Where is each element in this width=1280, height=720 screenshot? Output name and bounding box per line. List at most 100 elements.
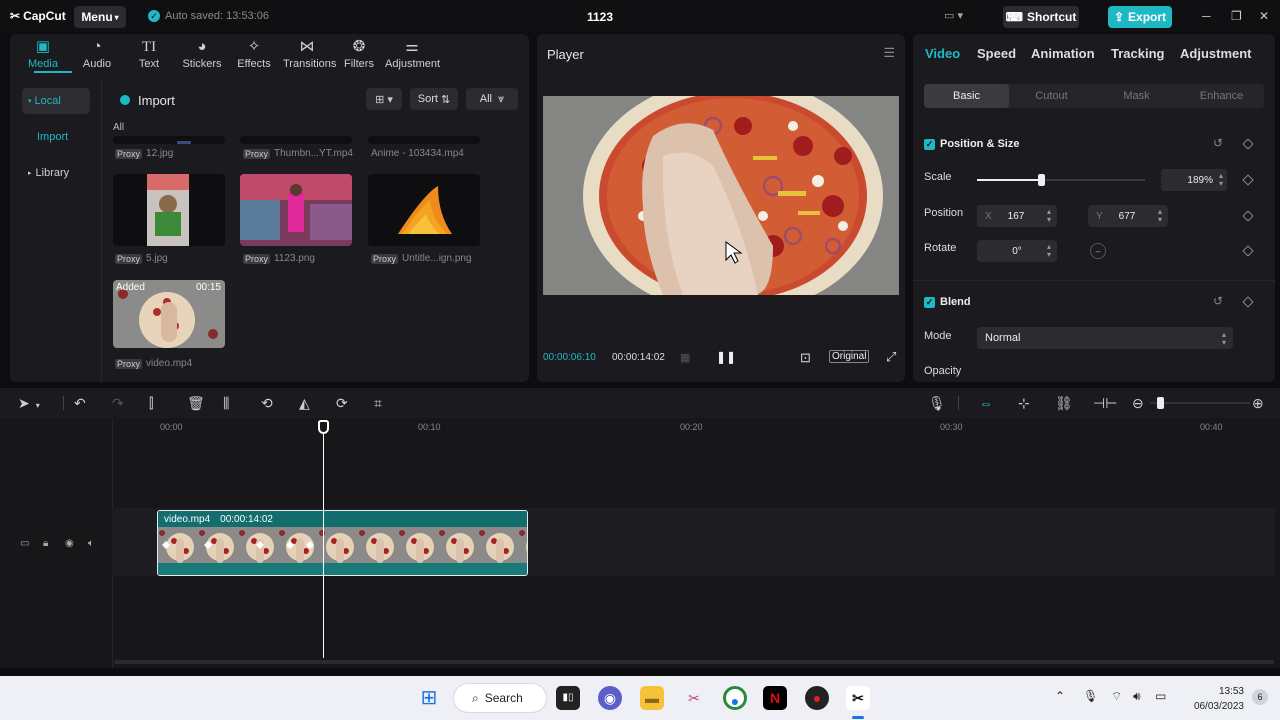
main-track-magnet-icon[interactable]: ⇔ <box>979 395 993 411</box>
rotate-dial-icon[interactable]: – <box>1090 243 1106 259</box>
chevron-up-icon[interactable]: ⌃ <box>1055 689 1065 703</box>
file-explorer-icon[interactable]: ▬ <box>640 686 664 710</box>
screenshot-icon[interactable]: ⊡ <box>800 350 811 366</box>
zoom-out-icon[interactable]: ⊖ <box>1132 395 1144 412</box>
media-thumb-video[interactable]: Added 00:15 <box>113 280 225 348</box>
media-thumb[interactable] <box>113 136 225 144</box>
media-thumb[interactable] <box>368 174 480 246</box>
taskbar-clock[interactable]: 13:53 06/03/2023 <box>1184 684 1244 714</box>
preview-axis-icon[interactable]: ⊣⊢ <box>1093 395 1117 412</box>
microphone-tray-icon[interactable]: 🎙︎ <box>1083 689 1098 703</box>
capcut-taskbar-icon[interactable]: ✂ <box>846 686 870 710</box>
keyframe-icon[interactable] <box>1242 174 1254 186</box>
maximize-icon[interactable]: ❐ <box>1231 9 1242 23</box>
chevron-icon[interactable]: ▴ ▾ <box>1219 331 1229 347</box>
media-thumb[interactable] <box>240 174 352 246</box>
tool-media[interactable]: ▣ Media <box>19 38 67 70</box>
media-item[interactable]: Proxy Thumbn...YT.mp4 <box>243 148 353 159</box>
menu-button[interactable]: Menu ▾ <box>74 6 126 28</box>
tool-effects[interactable]: ✧ Effects <box>230 38 278 70</box>
menu-icon[interactable]: ☰ <box>883 45 895 61</box>
tab-speed[interactable]: Speed <box>977 46 1016 61</box>
position-size-section[interactable]: ✓ Position & Size <box>924 138 1019 150</box>
stepper-icon[interactable]: ▴ ▾ <box>1044 208 1054 224</box>
video-preview[interactable] <box>543 96 899 295</box>
audio-mute-icon[interactable]: 🔈︎ <box>88 538 94 549</box>
media-item[interactable]: Proxy 12.jpg <box>115 148 173 159</box>
volume-icon[interactable]: 🔊︎ <box>1133 689 1141 704</box>
crop-icon[interactable]: ⌗ <box>374 395 382 412</box>
tool-filters[interactable]: ❂ Filters <box>335 38 383 70</box>
subtab-mask[interactable]: Mask <box>1094 84 1179 108</box>
media-item[interactable]: Anime - 103434.mp4 <box>371 148 464 159</box>
keyframe-icon[interactable] <box>1242 210 1254 222</box>
tab-video[interactable]: Video <box>925 46 960 61</box>
media-thumb[interactable] <box>113 174 225 246</box>
reverse-icon[interactable]: ⟲ <box>261 395 273 412</box>
freeze-icon[interactable]: ⫼ <box>223 395 229 412</box>
media-item[interactable]: Proxy 1123.png <box>243 253 315 264</box>
stepper-icon[interactable]: ▴ ▾ <box>1044 243 1054 259</box>
tool-adjustment[interactable]: ⚌ Adjustment <box>385 38 440 70</box>
stepper-icon[interactable]: ▴ ▾ <box>1216 172 1226 188</box>
media-item[interactable]: Proxy video.mp4 <box>115 358 192 369</box>
delete-icon[interactable]: 🗑 <box>187 395 205 412</box>
media-item[interactable]: Proxy 5.jpg <box>115 253 168 264</box>
sidebar-item-library[interactable]: ▸ Library <box>22 160 90 186</box>
link-icon[interactable]: ⛓ <box>1055 395 1073 412</box>
notification-badge[interactable]: 6 <box>1252 689 1268 705</box>
blend-section[interactable]: ✓ Blend <box>924 296 971 308</box>
keyframe-icon[interactable] <box>1242 138 1254 150</box>
media-thumb[interactable] <box>240 136 352 144</box>
fullscreen-icon[interactable]: ⤢ <box>886 349 896 365</box>
snipping-tool-icon[interactable]: ✂ <box>682 686 706 710</box>
battery-icon[interactable]: ▭ <box>1155 689 1166 703</box>
reset-icon[interactable]: ↺ <box>1213 294 1223 308</box>
reset-icon[interactable]: ↺ <box>1213 136 1223 150</box>
shortcut-button[interactable]: ⌨ Shortcut <box>1003 6 1079 28</box>
select-cursor-icon[interactable]: ➤ ▾ <box>18 395 40 412</box>
media-item[interactable]: Proxy Untitle...ign.png <box>371 253 472 264</box>
tab-animation[interactable]: Animation <box>1031 46 1095 61</box>
subtab-basic[interactable]: Basic <box>924 84 1009 108</box>
timeline[interactable]: 00:00 00:10 00:20 00:30 00:40 ▭ 🔒︎ ◉ 🔈︎ … <box>0 418 1280 668</box>
media-thumb[interactable] <box>368 136 480 144</box>
redo-icon[interactable]: ↷ <box>112 395 124 412</box>
tab-adjustment[interactable]: Adjustment <box>1180 46 1252 61</box>
zoom-slider[interactable] <box>1150 402 1250 404</box>
pause-icon[interactable]: ❚❚ <box>716 350 736 364</box>
netflix-icon[interactable]: N <box>763 686 787 710</box>
filter-button[interactable]: All ⩔ <box>466 88 518 110</box>
zoom-slider-handle[interactable] <box>1157 397 1164 409</box>
stepper-icon[interactable]: ▴ ▾ <box>1155 208 1165 224</box>
scale-slider-handle[interactable] <box>1038 174 1045 186</box>
ratio-button[interactable]: Original <box>829 350 870 363</box>
chrome-icon[interactable]: ● <box>723 686 747 710</box>
wifi-icon[interactable]: ⌔ <box>1111 689 1122 704</box>
sort-button[interactable]: Sort ⇅ <box>410 88 458 110</box>
lock-icon[interactable]: 🔒︎ <box>43 538 48 549</box>
rotate-icon[interactable]: ⟳ <box>336 395 348 412</box>
tool-audio[interactable]: ◔ Audio <box>73 38 121 70</box>
zoom-in-icon[interactable]: ⊕ <box>1252 395 1264 412</box>
checkbox-icon[interactable]: ✓ <box>924 138 935 150</box>
minimize-icon[interactable]: ─ <box>1202 9 1211 23</box>
blend-mode-select[interactable]: Normal <box>977 327 1233 349</box>
sidebar-item-import[interactable]: Import <box>22 124 90 150</box>
layout-icon[interactable]: ▭ ▾ <box>944 9 963 22</box>
record-icon[interactable]: ● <box>805 686 829 710</box>
tool-stickers[interactable]: ◕ Stickers <box>178 38 226 70</box>
close-icon[interactable]: ✕ <box>1259 9 1269 23</box>
auto-snap-icon[interactable]: ⊹ <box>1018 395 1030 412</box>
microphone-icon[interactable]: 🎙 <box>928 395 946 412</box>
split-icon[interactable]: ⫿ <box>149 395 153 412</box>
playhead-handle[interactable] <box>318 420 329 434</box>
taskbar-search[interactable]: ⌕ Search <box>454 684 546 712</box>
playhead-line[interactable] <box>323 420 324 658</box>
cover-icon[interactable]: ▭ <box>20 538 29 549</box>
sidebar-item-local[interactable]: ▾ Local <box>22 88 90 114</box>
tool-text[interactable]: TI Text <box>125 38 173 70</box>
checkbox-icon[interactable]: ✓ <box>924 296 935 308</box>
tab-tracking[interactable]: Tracking <box>1111 46 1164 61</box>
keyframe-icon[interactable] <box>1242 296 1254 308</box>
